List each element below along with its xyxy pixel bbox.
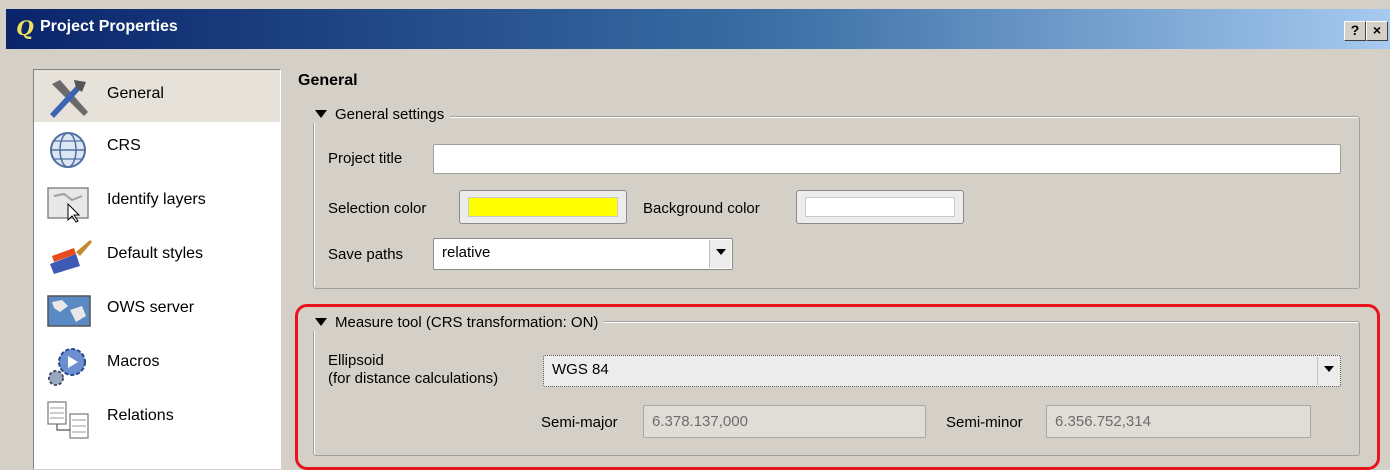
background-color-button[interactable] (796, 190, 964, 224)
identify-layers-icon (47, 187, 89, 223)
selection-color-swatch (468, 197, 618, 217)
sidebar-item-label: CRS (107, 137, 141, 154)
help-button[interactable]: ? (1344, 21, 1366, 41)
close-button[interactable]: × (1366, 21, 1388, 41)
general-settings-header[interactable]: General settings (309, 106, 451, 123)
save-paths-value: relative (442, 244, 491, 261)
relations-icon (47, 401, 89, 439)
sidebar-item-identify-layers[interactable]: Identify layers (34, 176, 280, 228)
sidebar-item-label: OWS server (107, 299, 195, 316)
collapse-triangle-icon[interactable] (315, 318, 327, 326)
project-title-label: Project title (328, 150, 403, 167)
semi-major-label: Semi-major (541, 414, 618, 431)
ellipsoid-select[interactable]: WGS 84 (543, 355, 1341, 387)
chevron-down-icon[interactable] (1317, 357, 1339, 385)
map-server-icon (47, 295, 91, 327)
semi-major-value: 6.378.137,000 (652, 413, 748, 430)
collapse-triangle-icon[interactable] (315, 110, 327, 118)
semi-minor-field: 6.356.752,314 (1046, 405, 1311, 438)
chevron-down-icon[interactable] (709, 240, 731, 268)
sidebar-item-default-styles[interactable]: Default styles (34, 230, 280, 282)
background-color-swatch (805, 197, 955, 217)
sidebar-item-macros[interactable]: Macros (34, 338, 280, 390)
window-title: Project Properties (40, 18, 178, 35)
qgis-logo-icon: Q (16, 16, 34, 40)
project-title-input[interactable] (433, 144, 1341, 174)
paintbrush-icon (50, 240, 92, 274)
selection-color-label: Selection color (328, 200, 427, 217)
sidebar-item-relations[interactable]: Relations (34, 392, 280, 444)
semi-minor-label: Semi-minor (946, 414, 1023, 431)
selection-color-button[interactable] (459, 190, 627, 224)
title-bar: Q Project Properties ? × (6, 9, 1390, 49)
ellipsoid-value: WGS 84 (552, 361, 609, 378)
measure-tool-header[interactable]: Measure tool (CRS transformation: ON) (309, 314, 605, 331)
globe-icon (50, 132, 86, 168)
sidebar-item-label: Relations (107, 407, 174, 424)
gears-icon (48, 348, 86, 386)
sidebar-item-label: Macros (107, 353, 160, 370)
semi-major-field: 6.378.137,000 (643, 405, 926, 438)
sidebar-item-label: Identify layers (107, 191, 206, 208)
sidebar-item-label: Default styles (107, 245, 204, 262)
sidebar-list: General CRS Identify layers Default styl… (33, 69, 281, 469)
sidebar-item-crs[interactable]: CRS (34, 122, 280, 174)
section-title: General (298, 72, 358, 89)
background-color-label: Background color (643, 200, 760, 217)
general-settings-legend: General settings (335, 106, 445, 123)
semi-minor-value: 6.356.752,314 (1055, 413, 1151, 430)
tools-icon (50, 80, 88, 118)
ellipsoid-label: Ellipsoid (for distance calculations) (328, 352, 498, 388)
save-paths-label: Save paths (328, 246, 404, 263)
sidebar-item-label: General (107, 85, 164, 102)
ellipsoid-label-line1: Ellipsoid (328, 352, 384, 369)
sidebar-item-ows-server[interactable]: OWS server (34, 284, 280, 336)
measure-tool-legend: Measure tool (CRS transformation: ON) (335, 314, 599, 331)
sidebar-item-general[interactable]: General (34, 70, 280, 122)
save-paths-select[interactable]: relative (433, 238, 733, 270)
ellipsoid-label-line2: (for distance calculations) (328, 370, 499, 387)
